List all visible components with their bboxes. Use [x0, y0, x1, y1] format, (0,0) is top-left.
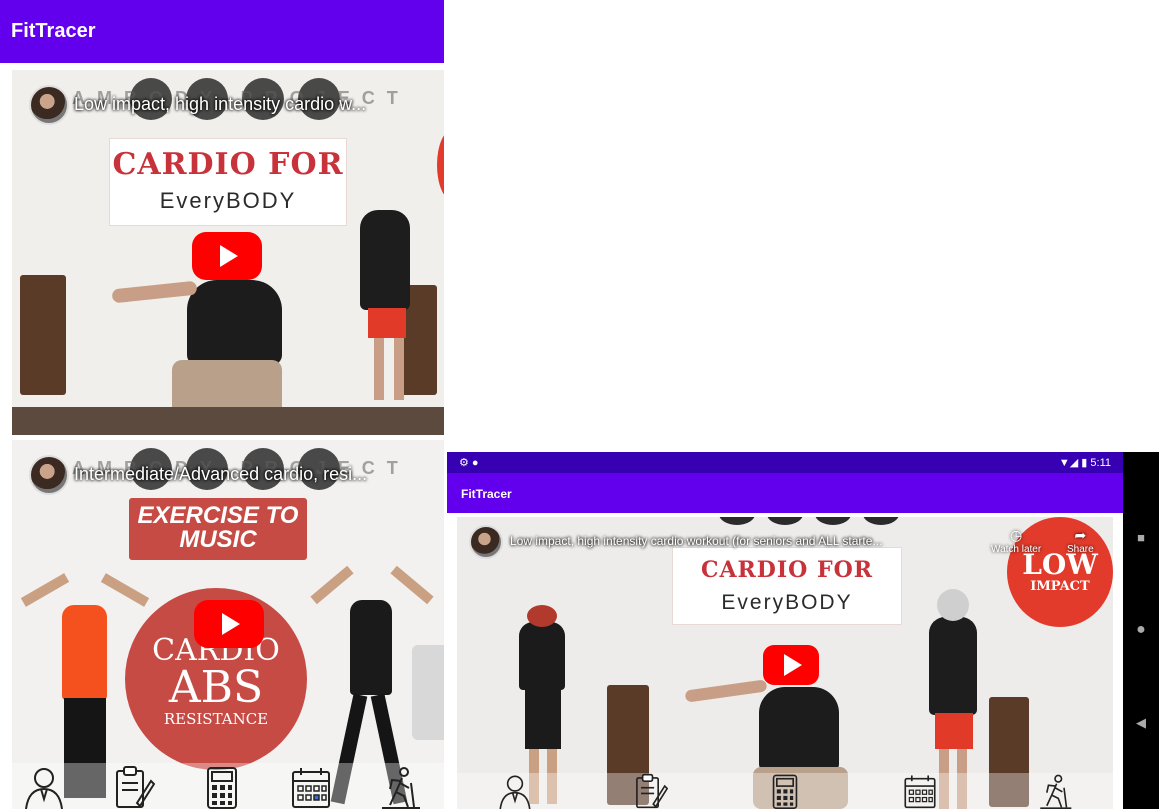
person-arm: [20, 573, 70, 607]
nav-item-notes[interactable]: [111, 765, 156, 809]
calculator-icon: [772, 774, 798, 809]
watch-later-button[interactable]: ◷ Watch later: [991, 527, 1041, 555]
circle-line: ABS: [168, 662, 264, 713]
nav-item-activity[interactable]: [378, 765, 422, 809]
person-arm: [390, 565, 434, 605]
watch-later-label: Watch later: [991, 544, 1042, 555]
home-icon[interactable]: ●: [1136, 621, 1146, 639]
app-title: FitTracer: [11, 20, 96, 42]
sign-line: EXERCISE TO: [137, 502, 299, 529]
status-right: ▼◢ ▮ 5:11: [1058, 457, 1111, 469]
video-card[interactable]: CARDIO FOR EveryBODY LOW IMPACT Low impa…: [457, 517, 1113, 809]
badge-line: IMPACT: [1030, 579, 1090, 594]
person: [394, 338, 404, 400]
share-button[interactable]: ➦ Share: [1067, 527, 1094, 555]
person: [62, 605, 107, 700]
trainer-icon: [25, 768, 64, 809]
person: [187, 280, 282, 365]
video-card[interactable]: AMBODY PROJECT EXERCISE TO MUSIC CARDIO …: [12, 440, 444, 809]
video-title[interactable]: Low impact, high intensity cardio workou…: [510, 534, 882, 548]
hiker-icon: [381, 767, 420, 809]
person: [368, 308, 406, 338]
app-bar: FitTracer: [447, 473, 1123, 513]
video-title[interactable]: Intermediate/Advanced cardio, resi...: [74, 464, 367, 485]
sign-line: EveryBODY: [159, 188, 297, 213]
video-sign: CARDIO FOR EveryBODY: [109, 138, 347, 226]
person: [929, 617, 977, 715]
back-icon[interactable]: ◀: [1136, 715, 1146, 731]
status-time: 5:11: [1090, 457, 1111, 469]
person-arm: [100, 573, 150, 607]
play-button[interactable]: [192, 232, 262, 280]
person: [350, 600, 392, 695]
app-bar: FitTracer: [0, 0, 444, 63]
channel-avatar[interactable]: [29, 85, 69, 125]
clipboard-icon: [635, 773, 668, 809]
person: [937, 589, 969, 621]
video-card[interactable]: AMBODY PROJECT CARDIO FOR EveryBODY Low …: [12, 70, 444, 435]
channel-banner-dots: [719, 517, 899, 525]
person: [527, 605, 557, 627]
chair: [20, 275, 66, 395]
phone-screenshot-left: FitTracer AMBODY PROJECT CARDIO FOR Ever…: [0, 0, 452, 809]
badge-partial: [437, 130, 444, 200]
clipboard-icon: [116, 766, 156, 808]
pause-partial: [412, 645, 444, 740]
person-arm: [684, 679, 768, 703]
person: [759, 687, 839, 772]
nav-item-calculator[interactable]: [767, 773, 803, 809]
tablet-screenshot-right: ⚙ ● ▼◢ ▮ 5:11 FitTracer CARDIO FOR Every…: [447, 452, 1159, 809]
nav-item-notes[interactable]: [632, 773, 668, 809]
clock-icon: ◷: [1009, 527, 1023, 543]
nav-item-calendar[interactable]: [902, 773, 938, 809]
share-icon: ➦: [1074, 527, 1087, 543]
bottom-navigation: [0, 763, 444, 809]
status-bar: ⚙ ● ▼◢ ▮ 5:11: [447, 452, 1123, 473]
hiker-icon: [1040, 774, 1072, 809]
person-arm: [310, 565, 354, 605]
video-sign: CARDIO FOR EveryBODY: [672, 547, 902, 625]
video-sign: EXERCISE TO MUSIC: [129, 498, 307, 560]
person: [360, 210, 410, 310]
settings-icon: ⚙ ●: [459, 457, 479, 469]
share-label: Share: [1067, 544, 1094, 555]
channel-avatar[interactable]: [29, 455, 69, 495]
app-title: FitTracer: [461, 487, 512, 501]
video-title[interactable]: Low impact, high intensity cardio w...: [74, 94, 366, 115]
person: [935, 713, 973, 749]
person: [374, 338, 384, 400]
person: [525, 689, 561, 749]
calculator-icon: [206, 767, 237, 809]
trainer-icon: [499, 775, 531, 809]
nav-item-calendar[interactable]: [289, 765, 333, 809]
nav-item-trainer[interactable]: [22, 765, 66, 809]
sign-line: CARDIO FOR: [700, 557, 874, 583]
nav-item-activity[interactable]: [1037, 773, 1073, 809]
sign-line: CARDIO FOR: [112, 147, 344, 182]
play-button[interactable]: [763, 645, 819, 685]
person: [519, 622, 565, 690]
bottom-navigation: [447, 773, 1123, 809]
nav-item-trainer[interactable]: [497, 773, 533, 809]
floor: [12, 407, 444, 435]
content-area: CARDIO FOR EveryBODY LOW IMPACT Low impa…: [447, 513, 1123, 809]
person-arm: [111, 280, 198, 304]
circle-line: RESISTANCE: [163, 710, 269, 728]
nav-item-calculator[interactable]: [200, 765, 244, 809]
calendar-icon: [904, 775, 936, 809]
badge-line: LOW: [1022, 548, 1098, 581]
channel-avatar[interactable]: [469, 525, 503, 559]
sign-line: MUSIC: [179, 526, 257, 553]
system-navigation-bar: ■ ● ◀: [1123, 452, 1159, 809]
calendar-icon: [291, 768, 330, 808]
play-button[interactable]: [194, 600, 264, 648]
recents-icon[interactable]: ■: [1137, 530, 1145, 545]
sign-line: EveryBODY: [721, 591, 853, 614]
